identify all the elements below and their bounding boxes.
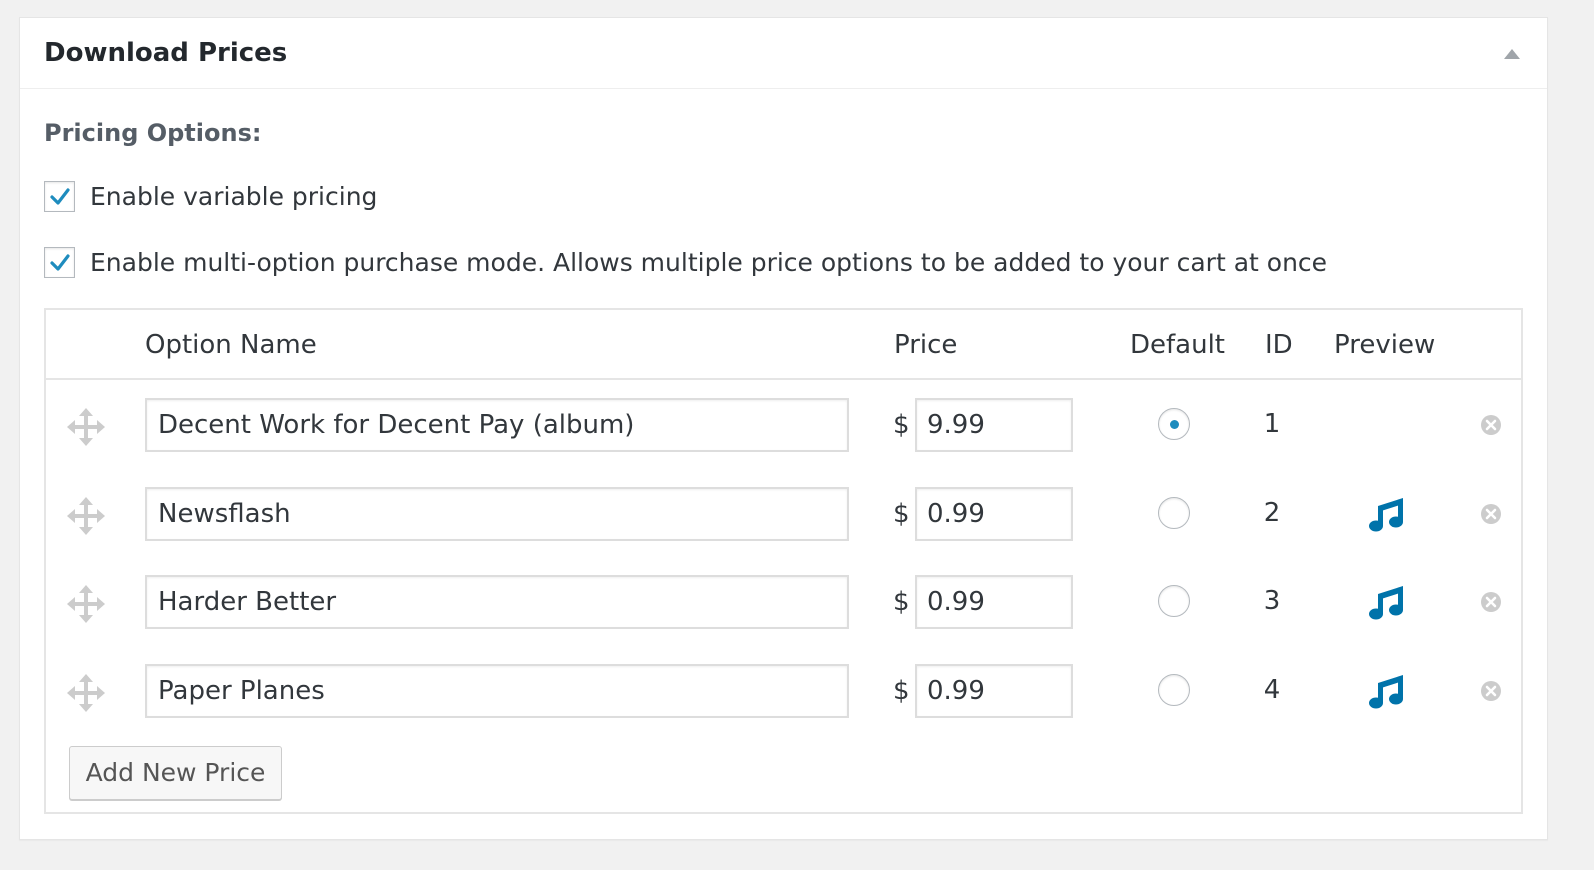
- currency-symbol: $: [893, 499, 910, 529]
- table-header-row: Option Name Price Default ID Preview: [46, 310, 1521, 380]
- remove-circle-x-icon[interactable]: [1480, 503, 1502, 525]
- price-options-table: Option Name Price Default ID Preview Dec…: [44, 308, 1523, 814]
- price-id: 3: [1263, 586, 1281, 616]
- default-price-radio[interactable]: [1158, 585, 1190, 617]
- move-arrows-icon[interactable]: [66, 496, 106, 536]
- variable-pricing-checkbox[interactable]: [44, 181, 75, 212]
- move-arrows-icon[interactable]: [66, 584, 106, 624]
- currency-symbol: $: [893, 410, 910, 440]
- header-id: ID: [1265, 330, 1293, 360]
- music-note-icon[interactable]: [1366, 581, 1408, 623]
- checkmark-icon: [50, 254, 70, 271]
- price-input[interactable]: 0.99: [915, 575, 1073, 629]
- option-name-input[interactable]: Decent Work for Decent Pay (album): [145, 398, 849, 452]
- option-name-input[interactable]: Paper Planes: [145, 664, 849, 718]
- move-arrows-icon[interactable]: [66, 407, 106, 447]
- currency-symbol: $: [893, 676, 910, 706]
- table-row: Decent Work for Decent Pay (album) $ 9.9…: [46, 398, 1521, 458]
- price-id: 4: [1263, 675, 1281, 705]
- variable-pricing-label[interactable]: Enable variable pricing: [90, 181, 377, 213]
- add-new-price-button[interactable]: Add New Price: [69, 746, 282, 800]
- price-id: 2: [1263, 498, 1281, 528]
- default-price-radio[interactable]: [1158, 674, 1190, 706]
- header-preview: Preview: [1334, 330, 1436, 360]
- header-price: Price: [894, 330, 958, 360]
- move-arrows-icon[interactable]: [66, 673, 106, 713]
- radio-selected-dot: [1170, 420, 1179, 429]
- metabox-header: Download Prices: [20, 18, 1547, 89]
- multi-option-checkbox[interactable]: [44, 247, 75, 278]
- default-price-radio[interactable]: [1158, 497, 1190, 529]
- music-note-icon[interactable]: [1366, 493, 1408, 535]
- table-row: Paper Planes $ 0.99 4: [46, 664, 1521, 724]
- remove-circle-x-icon[interactable]: [1480, 680, 1502, 702]
- price-input[interactable]: 9.99: [915, 398, 1073, 452]
- table-row: Harder Better $ 0.99 3: [46, 575, 1521, 635]
- price-input[interactable]: 0.99: [915, 664, 1073, 718]
- header-default: Default: [1130, 330, 1225, 360]
- multi-option-label[interactable]: Enable multi-option purchase mode. Allow…: [90, 247, 1327, 279]
- default-price-radio[interactable]: [1158, 408, 1190, 440]
- price-id: 1: [1263, 409, 1281, 439]
- music-note-icon[interactable]: [1366, 670, 1408, 712]
- remove-circle-x-icon[interactable]: [1480, 591, 1502, 613]
- price-input[interactable]: 0.99: [915, 487, 1073, 541]
- pricing-options-label: Pricing Options:: [44, 119, 262, 147]
- download-prices-metabox: Download Prices Pricing Options: Enable …: [19, 17, 1548, 840]
- option-name-input[interactable]: Newsflash: [145, 487, 849, 541]
- option-name-input[interactable]: Harder Better: [145, 575, 849, 629]
- currency-symbol: $: [893, 587, 910, 617]
- collapse-toggle-icon[interactable]: [1500, 42, 1524, 66]
- remove-circle-x-icon[interactable]: [1480, 414, 1502, 436]
- table-row: Newsflash $ 0.99 2: [46, 487, 1521, 547]
- header-option-name: Option Name: [145, 330, 317, 360]
- metabox-title: Download Prices: [44, 38, 288, 68]
- checkmark-icon: [50, 188, 70, 205]
